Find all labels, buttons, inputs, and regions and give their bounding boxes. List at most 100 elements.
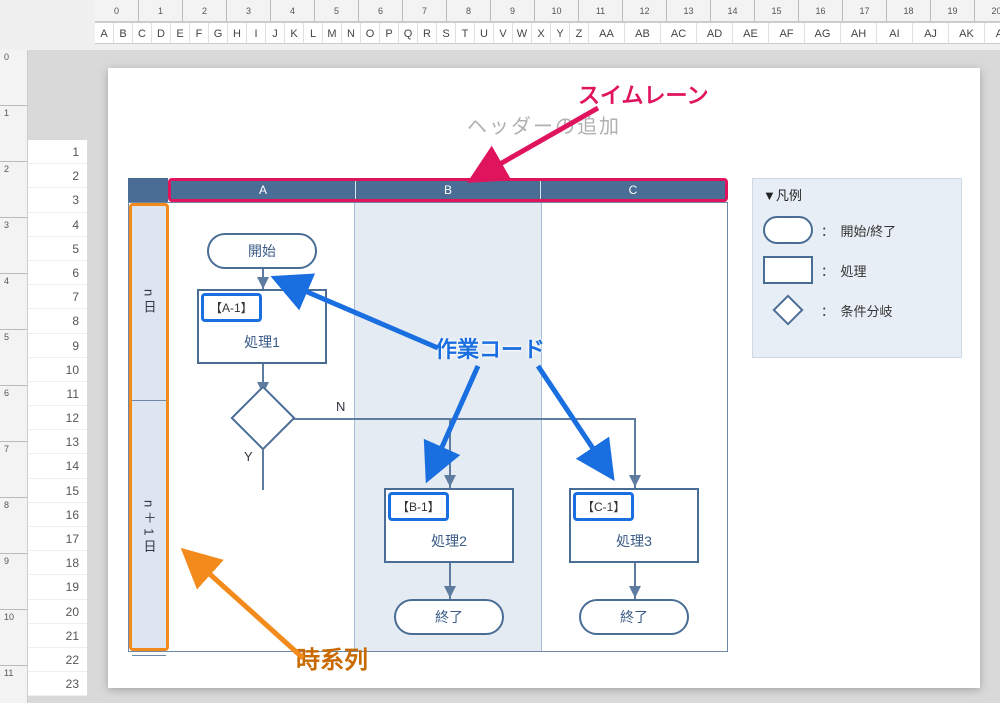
column-header[interactable]: F [190,23,209,43]
line-start-proc1 [262,269,264,289]
column-header[interactable]: D [152,23,171,43]
column-header[interactable]: X [532,23,551,43]
ruler-tick: 12 [623,0,667,21]
ruler-tick: 10 [0,610,27,666]
sheet-top-chrome: 01234567891011121314151617181920 ABCDEFG… [0,0,1000,50]
lanes-body: n日n＋1日 [128,202,728,652]
column-header[interactable]: M [323,23,342,43]
row-header[interactable]: 23 [28,672,87,696]
row-header[interactable]: 5 [28,237,87,261]
shape-end2[interactable]: 終了 [394,599,504,635]
column-header[interactable]: AH [841,23,877,43]
ruler-tick: 9 [0,554,27,610]
column-header[interactable]: L [304,23,323,43]
shape-proc3[interactable]: 【C-1】 処理3 [569,488,699,563]
column-header[interactable]: A [95,23,114,43]
column-header[interactable]: AD [697,23,733,43]
row-header[interactable]: 7 [28,285,87,309]
legend-label: ： 開始/終了 [821,221,896,240]
row-numbers: 1234567891011121314151617181920212223 [28,140,88,696]
column-header[interactable]: Y [551,23,570,43]
column-header[interactable]: Q [399,23,418,43]
row-header[interactable]: 21 [28,624,87,648]
horizontal-ruler: 01234567891011121314151617181920 [95,0,1000,22]
decision-yes-label: Y [244,449,253,464]
column-header[interactable]: W [513,23,532,43]
end3-label: 終了 [620,607,648,627]
row-header[interactable]: 10 [28,358,87,382]
column-header[interactable]: R [418,23,437,43]
column-header[interactable]: K [285,23,304,43]
column-header[interactable]: O [361,23,380,43]
proc2-name: 処理2 [386,523,512,561]
column-header[interactable]: AC [661,23,697,43]
ruler-tick: 19 [931,0,975,21]
column-header[interactable]: S [437,23,456,43]
column-header[interactable]: J [266,23,285,43]
row-header[interactable]: 6 [28,261,87,285]
column-header[interactable]: AG [805,23,841,43]
row-header[interactable]: 1 [28,140,87,164]
shape-start[interactable]: 開始 [207,233,317,269]
ruler-tick: 6 [359,0,403,21]
legend-row: ： 条件分岐 [753,290,961,330]
row-header[interactable]: 13 [28,430,87,454]
ruler-tick: 5 [315,0,359,21]
line-decision-right [286,418,636,420]
column-header[interactable]: E [171,23,190,43]
column-header[interactable]: N [342,23,361,43]
column-header[interactable]: AB [625,23,661,43]
row-header[interactable]: 16 [28,503,87,527]
row-header[interactable]: 18 [28,551,87,575]
column-header[interactable]: AF [769,23,805,43]
ruler-tick: 2 [0,162,27,218]
ruler-tick: 7 [403,0,447,21]
row-header[interactable]: 22 [28,648,87,672]
ruler-tick: 17 [843,0,887,21]
column-header[interactable]: B [114,23,133,43]
row-header[interactable]: 3 [28,188,87,212]
swimlane-header[interactable]: C [541,181,725,199]
header-placeholder[interactable]: ヘッダーの追加 [467,110,621,139]
column-header[interactable]: AI [877,23,913,43]
ruler-tick: 0 [95,0,139,21]
line-to-proc3 [634,418,636,488]
column-header[interactable]: AL [985,23,1000,43]
end2-label: 終了 [435,607,463,627]
row-header[interactable]: 14 [28,454,87,478]
column-header[interactable]: G [209,23,228,43]
column-header[interactable]: I [247,23,266,43]
row-header[interactable]: 9 [28,334,87,358]
row-header[interactable]: 12 [28,406,87,430]
column-header[interactable]: AK [949,23,985,43]
flowchart-diagram: ABC n日n＋1日 [128,178,964,658]
row-header[interactable]: 20 [28,600,87,624]
row-header[interactable]: 4 [28,213,87,237]
column-header[interactable]: C [133,23,152,43]
column-header[interactable]: T [456,23,475,43]
column-header[interactable]: Z [570,23,589,43]
vertical-ruler: 01234567891011 [0,50,28,703]
column-header[interactable]: AJ [913,23,949,43]
shape-proc1[interactable]: 【A-1】 処理1 [197,289,327,364]
lane-corner [128,178,168,202]
swimlane-header[interactable]: B [356,181,541,199]
row-header[interactable]: 2 [28,164,87,188]
column-header[interactable]: H [228,23,247,43]
column-header[interactable]: AA [589,23,625,43]
row-header[interactable]: 11 [28,382,87,406]
ruler-tick: 4 [271,0,315,21]
column-header[interactable]: V [494,23,513,43]
column-header[interactable]: AE [733,23,769,43]
row-header[interactable]: 17 [28,527,87,551]
row-header[interactable]: 19 [28,575,87,599]
row-header[interactable]: 8 [28,309,87,333]
line-to-proc2 [449,418,451,488]
row-header[interactable]: 15 [28,479,87,503]
shape-proc2[interactable]: 【B-1】 処理2 [384,488,514,563]
swimlane-header[interactable]: A [171,181,356,199]
shape-end3[interactable]: 終了 [579,599,689,635]
column-header[interactable]: U [475,23,494,43]
column-header[interactable]: P [380,23,399,43]
timeline-column: n日n＋1日 [129,203,169,651]
